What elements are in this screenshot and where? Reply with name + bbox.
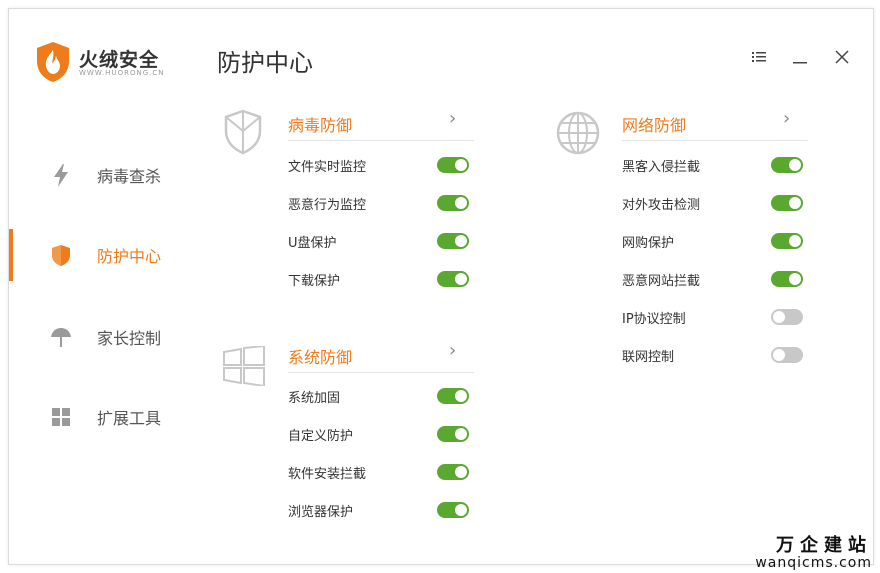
toggle-row: U盘保护	[288, 229, 477, 253]
close-button[interactable]	[832, 47, 852, 67]
toggle-switch[interactable]	[771, 195, 803, 211]
toggle-label: 对外攻击检测	[622, 198, 701, 213]
section-title-virus-defense: 病毒防御	[288, 116, 353, 135]
grid-icon	[52, 408, 70, 426]
sidebar-item-virus-scan[interactable]: 病毒查杀	[9, 145, 199, 205]
toggle-knob	[773, 349, 785, 361]
shield-outline-icon	[224, 109, 262, 155]
toggle-row: 系统加固	[288, 384, 477, 408]
section-title-system-defense: 系统防御	[288, 348, 353, 367]
toggle-switch[interactable]	[771, 271, 803, 287]
toggle-label: 系统加固	[288, 391, 341, 406]
minimize-button[interactable]	[790, 47, 810, 67]
toggle-label: 黑客入侵拦截	[622, 160, 701, 175]
toggle-switch[interactable]	[771, 347, 803, 363]
toggle-switch[interactable]	[771, 157, 803, 173]
chevron-right-icon[interactable]: ›	[783, 108, 790, 129]
brand-url: WWW.HUORONG.CN	[79, 69, 165, 77]
toggle-row: IP协议控制	[622, 305, 811, 329]
umbrella-icon	[51, 328, 71, 347]
toggle-row: 联网控制	[622, 343, 811, 367]
toggle-row: 黑客入侵拦截	[622, 153, 811, 177]
toggle-row: 恶意行为监控	[288, 191, 477, 215]
sidebar-item-label: 扩展工具	[97, 409, 162, 428]
sidebar-item-label: 家长控制	[97, 329, 162, 348]
toggle-knob	[789, 273, 801, 285]
divider	[288, 140, 474, 141]
brand-logo: 火绒安全 WWW.HUORONG.CN	[35, 41, 185, 85]
toggle-label: 软件安装拦截	[288, 467, 367, 482]
chevron-right-icon[interactable]: ›	[449, 340, 456, 361]
toggle-switch[interactable]	[437, 271, 469, 287]
toggle-knob	[455, 428, 467, 440]
globe-icon	[556, 111, 600, 155]
toggle-knob	[455, 390, 467, 402]
toggle-label: 自定义防护	[288, 429, 354, 444]
menu-icon	[752, 52, 766, 62]
toggle-knob	[455, 466, 467, 478]
shield-icon	[52, 245, 70, 266]
toggle-label: 联网控制	[622, 350, 675, 365]
toggle-label: 浏览器保护	[288, 505, 354, 520]
toggle-row: 软件安装拦截	[288, 460, 477, 484]
toggle-knob	[455, 235, 467, 247]
section-title-network-defense: 网络防御	[622, 116, 687, 135]
toggle-row: 网购保护	[622, 229, 811, 253]
toggle-knob	[455, 273, 467, 285]
toggle-knob	[455, 159, 467, 171]
chevron-right-icon[interactable]: ›	[449, 108, 456, 129]
divider	[622, 140, 808, 141]
watermark-url: wanqicms.com	[755, 555, 872, 571]
active-indicator	[9, 229, 13, 281]
toggle-label: 下载保护	[288, 274, 341, 289]
lightning-icon	[54, 164, 68, 187]
page-title: 防护中心	[217, 49, 313, 77]
sidebar-item-protection-center[interactable]: 防护中心	[9, 225, 199, 285]
toggle-switch[interactable]	[437, 502, 469, 518]
toggle-knob	[773, 311, 785, 323]
menu-button[interactable]	[749, 47, 769, 67]
toggle-switch[interactable]	[437, 426, 469, 442]
sidebar-item-label: 防护中心	[97, 247, 162, 266]
toggle-label: U盘保护	[288, 236, 337, 251]
toggle-label: 恶意网站拦截	[622, 274, 701, 289]
toggle-switch[interactable]	[437, 195, 469, 211]
toggle-label: 文件实时监控	[288, 160, 367, 175]
brand-name: 火绒安全	[79, 49, 160, 71]
toggle-label: 恶意行为监控	[288, 198, 367, 213]
toggle-row: 下载保护	[288, 267, 477, 291]
flame-shield-icon	[37, 42, 69, 82]
sidebar-item-extension-tools[interactable]: 扩展工具	[9, 387, 199, 447]
toggle-row: 对外攻击检测	[622, 191, 811, 215]
toggle-knob	[455, 504, 467, 516]
watermark: 万企建站 wanqicms.com	[755, 531, 872, 571]
windows-icon	[223, 346, 265, 386]
toggle-switch[interactable]	[771, 309, 803, 325]
app-window: 火绒安全 WWW.HUORONG.CN 防护中心 病毒查杀 防护中心 家长控制 …	[8, 8, 874, 565]
minimize-icon	[793, 62, 807, 64]
toggle-switch[interactable]	[437, 233, 469, 249]
toggle-knob	[789, 159, 801, 171]
sidebar-item-parental-control[interactable]: 家长控制	[9, 307, 199, 367]
toggle-label: IP协议控制	[622, 312, 686, 327]
divider	[288, 372, 474, 373]
sidebar-item-label: 病毒查杀	[97, 167, 162, 186]
toggle-row: 浏览器保护	[288, 498, 477, 522]
toggle-switch[interactable]	[771, 233, 803, 249]
close-icon	[835, 50, 849, 64]
toggle-row: 自定义防护	[288, 422, 477, 446]
toggle-label: 网购保护	[622, 236, 675, 251]
toggle-row: 恶意网站拦截	[622, 267, 811, 291]
toggle-row: 文件实时监控	[288, 153, 477, 177]
toggle-knob	[455, 197, 467, 209]
watermark-cn: 万企建站	[776, 535, 872, 556]
toggle-knob	[789, 197, 801, 209]
toggle-switch[interactable]	[437, 388, 469, 404]
toggle-knob	[789, 235, 801, 247]
toggle-switch[interactable]	[437, 157, 469, 173]
toggle-switch[interactable]	[437, 464, 469, 480]
